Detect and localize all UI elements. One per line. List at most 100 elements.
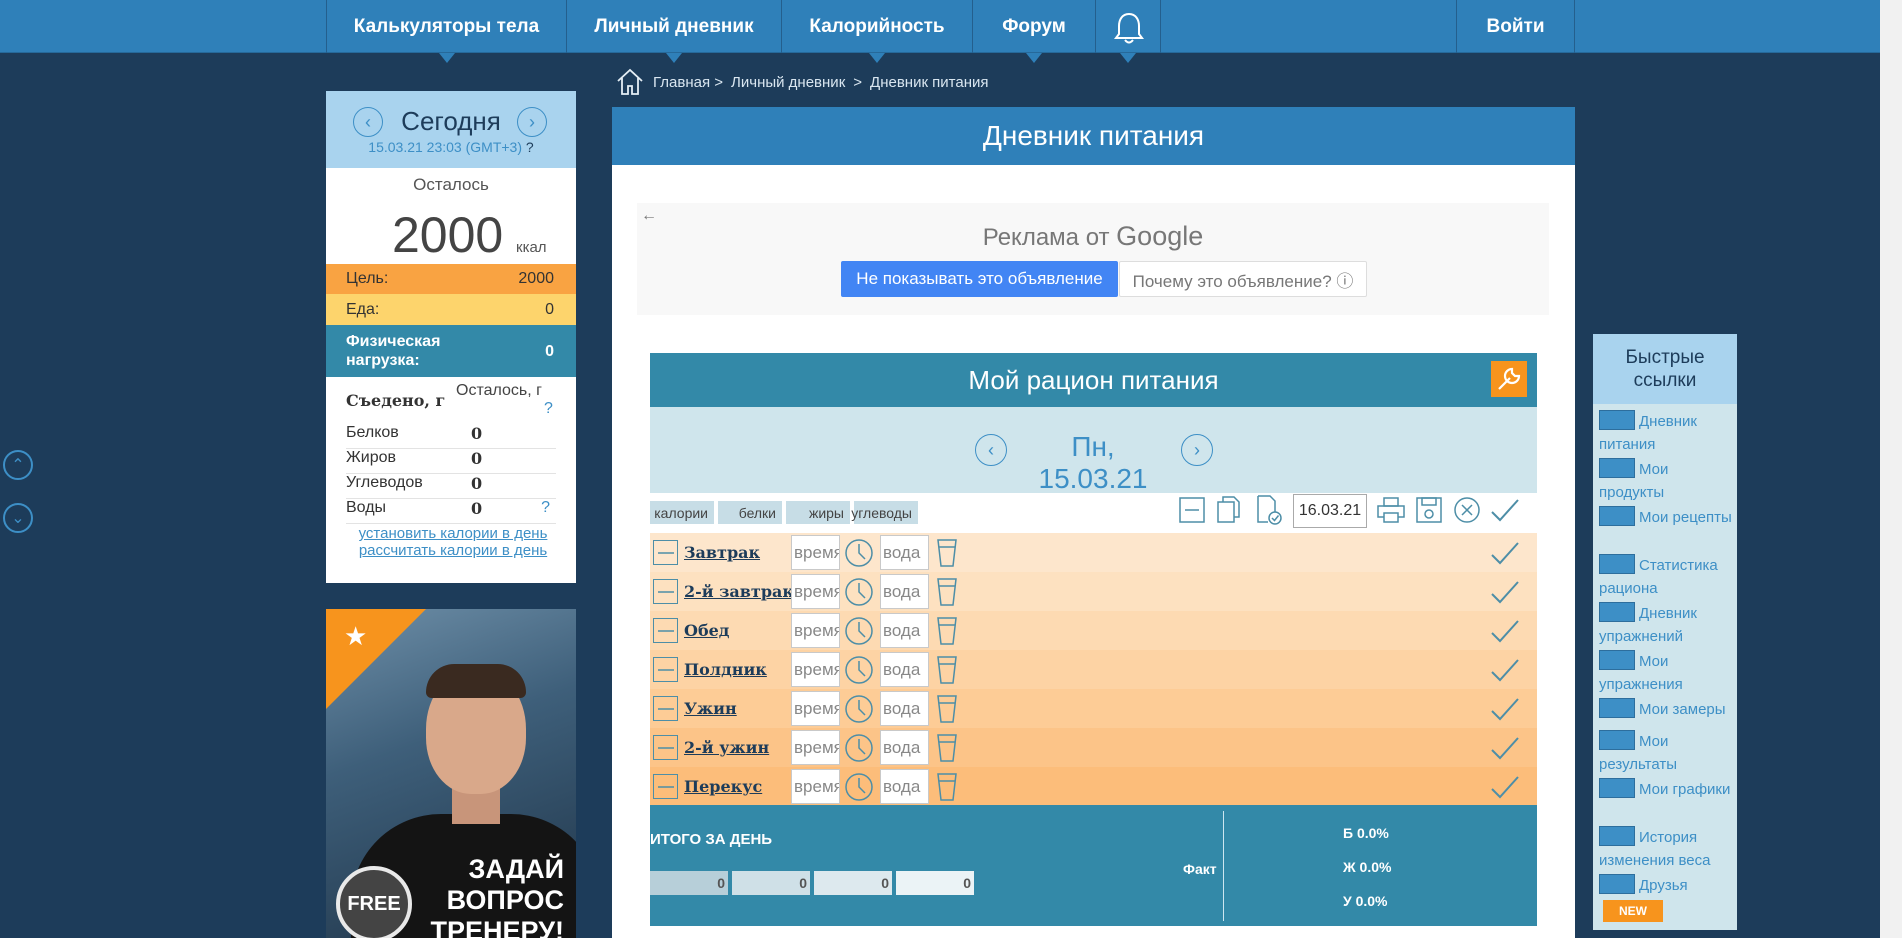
toggle-fat[interactable]: жиры xyxy=(786,501,850,524)
meal-name-link[interactable]: Обед xyxy=(684,621,729,640)
water-glass-icon[interactable] xyxy=(934,771,960,803)
quick-link[interactable]: История изменения веса xyxy=(1599,826,1733,872)
home-icon[interactable] xyxy=(615,67,645,97)
check-icon[interactable] xyxy=(1488,615,1522,647)
timezone-help[interactable]: ? xyxy=(526,139,534,155)
check-icon[interactable] xyxy=(1488,654,1522,686)
clock-icon[interactable] xyxy=(843,732,875,764)
quick-link[interactable]: Друзья xyxy=(1599,874,1733,897)
toggle-carbs[interactable]: углеводы xyxy=(851,501,918,524)
breadcrumb-diary[interactable]: Личный дневник xyxy=(731,74,845,91)
free-badge: FREE xyxy=(336,866,412,938)
meal-water-input[interactable]: вода xyxy=(880,730,929,765)
banner-line: ЗАДАЙ xyxy=(468,854,564,884)
scroll-up-button[interactable]: ⌃ xyxy=(3,450,33,480)
breadcrumb-home[interactable]: Главная > xyxy=(653,74,723,91)
current-date[interactable]: Пн, 15.03.21 xyxy=(1013,431,1173,498)
meal-time-input[interactable]: время xyxy=(791,535,840,570)
quick-link[interactable]: Статистика рациона xyxy=(1599,554,1733,600)
meal-water-input[interactable]: вода xyxy=(880,652,929,687)
save-button[interactable] xyxy=(1412,493,1446,527)
collapse-meal-button[interactable] xyxy=(653,696,678,721)
collapse-meal-button[interactable] xyxy=(653,540,678,565)
meal-time-input[interactable]: время xyxy=(791,613,840,648)
fat-percent: Ж 0.0% xyxy=(1343,859,1392,875)
quick-link[interactable]: Мои графики xyxy=(1599,778,1733,801)
meal-water-input[interactable]: вода xyxy=(880,535,929,570)
confirm-all-button[interactable] xyxy=(1488,493,1522,527)
check-icon[interactable] xyxy=(1488,537,1522,569)
meal-time-input[interactable]: время xyxy=(791,730,840,765)
quick-link[interactable]: Мои результаты xyxy=(1599,730,1733,776)
nav-notifications[interactable] xyxy=(1095,0,1161,63)
quick-link[interactable]: Дневник питания xyxy=(1599,410,1733,456)
nav-forum[interactable]: Форум xyxy=(972,0,1095,63)
paste-button[interactable] xyxy=(1252,493,1286,527)
water-help[interactable]: ? xyxy=(541,499,550,517)
check-icon[interactable] xyxy=(1488,732,1522,764)
prev-date-button[interactable]: ‹ xyxy=(975,434,1007,466)
nav-personal-diary[interactable]: Личный дневник xyxy=(566,0,781,63)
set-calories-link[interactable]: установить калории в день xyxy=(348,525,558,542)
collapse-meal-button[interactable] xyxy=(653,618,678,643)
meal-name-link[interactable]: Перекус xyxy=(684,777,762,796)
copy-button[interactable] xyxy=(1212,493,1246,527)
meal-name-link[interactable]: Ужин xyxy=(684,699,737,718)
meal-time-input[interactable]: время xyxy=(791,652,840,687)
meal-time-input[interactable]: время xyxy=(791,574,840,609)
water-glass-icon[interactable] xyxy=(934,693,960,725)
toggle-calories[interactable]: калории xyxy=(650,501,714,524)
water-glass-icon[interactable] xyxy=(934,732,960,764)
clock-icon[interactable] xyxy=(843,576,875,608)
settings-button[interactable] xyxy=(1491,361,1527,397)
clock-icon[interactable] xyxy=(843,537,875,569)
eaten-help[interactable]: ? xyxy=(544,400,553,418)
check-icon[interactable] xyxy=(1488,693,1522,725)
toggle-protein[interactable]: белки xyxy=(718,501,782,524)
meal-water-input[interactable]: вода xyxy=(880,613,929,648)
quick-link[interactable]: Мои замеры xyxy=(1599,698,1733,721)
water-glass-icon[interactable] xyxy=(934,654,960,686)
clock-icon[interactable] xyxy=(843,693,875,725)
collapse-meal-button[interactable] xyxy=(653,774,678,799)
quick-link[interactable]: Мои упражнения xyxy=(1599,650,1733,696)
copy-date-input[interactable]: 16.03.21 xyxy=(1293,494,1367,528)
why-ad-button[interactable]: Почему это объявление? ⓘ xyxy=(1119,261,1367,297)
quick-link[interactable]: Мои рецепты xyxy=(1599,506,1733,529)
calc-calories-link[interactable]: рассчитать калории в день xyxy=(348,542,558,559)
page-scrollbar-track[interactable] xyxy=(1880,0,1902,938)
water-glass-icon[interactable] xyxy=(934,576,960,608)
hide-ad-button[interactable]: Не показывать это объявление xyxy=(841,261,1118,297)
next-day-button[interactable]: › xyxy=(517,107,547,137)
clock-icon[interactable] xyxy=(843,654,875,686)
meal-time-input[interactable]: время xyxy=(791,769,840,804)
nav-body-calculators[interactable]: Калькуляторы тела xyxy=(326,0,566,63)
water-glass-icon[interactable] xyxy=(934,615,960,647)
print-button[interactable] xyxy=(1374,493,1408,527)
nav-calories[interactable]: Калорийность xyxy=(781,0,972,63)
water-glass-icon[interactable] xyxy=(934,537,960,569)
meal-water-input[interactable]: вода xyxy=(880,769,929,804)
meal-name-link[interactable]: 2-й завтрак xyxy=(684,582,794,601)
meal-name-link[interactable]: 2-й ужин xyxy=(684,738,769,757)
quick-link[interactable]: Дневник упражнений xyxy=(1599,602,1733,648)
meal-water-input[interactable]: вода xyxy=(880,574,929,609)
check-icon[interactable] xyxy=(1488,771,1522,803)
quick-link[interactable]: Мои продукты xyxy=(1599,458,1733,504)
check-icon[interactable] xyxy=(1488,576,1522,608)
clock-icon[interactable] xyxy=(843,615,875,647)
meal-time-input[interactable]: время xyxy=(791,691,840,726)
collapse-meal-button[interactable] xyxy=(653,735,678,760)
meal-water-input[interactable]: вода xyxy=(880,691,929,726)
next-date-button[interactable]: › xyxy=(1181,434,1213,466)
collapse-all-button[interactable] xyxy=(1175,493,1209,527)
scroll-down-button[interactable]: ⌄ xyxy=(3,503,33,533)
collapse-meal-button[interactable] xyxy=(653,657,678,682)
clear-button[interactable] xyxy=(1450,493,1484,527)
collapse-meal-button[interactable] xyxy=(653,579,678,604)
meal-name-link[interactable]: Завтрак xyxy=(684,543,760,562)
trainer-promo-banner[interactable]: ★ FREE ЗАДАЙ ВОПРОС ТРЕНЕРУ! xyxy=(326,609,576,938)
meal-name-link[interactable]: Полдник xyxy=(684,660,767,679)
login-button[interactable]: Войти xyxy=(1456,0,1575,53)
clock-icon[interactable] xyxy=(843,771,875,803)
